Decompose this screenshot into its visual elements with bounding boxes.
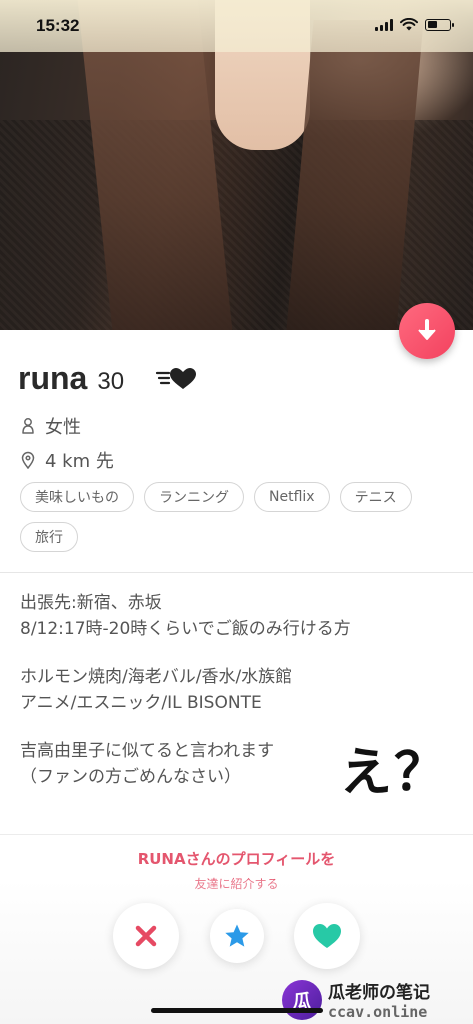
bio-paragraph: 出張先:新宿、赤坂 8/12:17時-20時くらいでご飯のみ行ける方	[20, 590, 460, 642]
bio-line: アニメ/エスニック/IL BISONTE	[20, 693, 262, 713]
annotation-text: え？	[340, 742, 449, 803]
distance-row: 4 km 先	[20, 447, 114, 473]
interest-tag: ランニング	[144, 482, 244, 512]
action-bar	[0, 903, 473, 973]
like-button[interactable]	[294, 903, 360, 969]
name-row: runa 30	[18, 360, 124, 397]
interest-tag: Netflix	[254, 482, 330, 512]
bio-line: 出張先:新宿、赤坂	[20, 593, 162, 613]
section-divider	[0, 834, 473, 835]
interest-tags: 美味しいもの ランニング Netflix テニス 旅行	[20, 482, 460, 552]
status-time: 15:32	[36, 16, 80, 35]
interest-tag: 美味しいもの	[20, 482, 134, 512]
x-icon	[135, 925, 157, 947]
watermark-line1: 瓜老师の笔记	[328, 983, 430, 1003]
bio-line: ホルモン焼肉/海老バル/香水/水族館	[20, 667, 293, 687]
home-indicator[interactable]	[151, 1008, 323, 1013]
person-icon	[22, 418, 34, 434]
bio-line: 吉高由里子に似てると言われます	[20, 741, 275, 761]
watermark-logo: 瓜	[282, 979, 322, 1020]
status-icons	[375, 18, 454, 31]
fast-heart-icon	[155, 368, 196, 389]
distance-label: 4 km 先	[45, 451, 114, 472]
share-title[interactable]: RUNAさんのプロフィールを	[0, 848, 473, 869]
interest-tag: テニス	[339, 482, 412, 512]
collapse-profile-button[interactable]	[399, 303, 455, 359]
section-divider	[0, 572, 473, 573]
battery-icon	[425, 18, 454, 31]
watermark-line2: ccav.online	[328, 1003, 428, 1021]
star-icon	[225, 924, 249, 947]
gender-label: 女性	[45, 417, 81, 438]
location-pin-icon	[21, 451, 35, 469]
arrow-down-icon	[418, 319, 436, 340]
bio-line: （ファンの方ごめんなさい）	[20, 767, 241, 787]
cellular-signal-icon	[375, 18, 393, 31]
heart-icon	[313, 924, 341, 948]
interest-tag: 旅行	[20, 522, 78, 552]
profile-age: 30	[97, 368, 125, 395]
status-bar: 15:32	[0, 0, 473, 52]
profile-name: runa	[18, 360, 88, 396]
bio-paragraph: ホルモン焼肉/海老バル/香水/水族館 アニメ/エスニック/IL BISONTE	[20, 664, 460, 716]
watermark: 瓜 瓜老师の笔记 ccav.online	[282, 978, 430, 1021]
bio-line: 8/12:17時-20時くらいでご飯のみ行ける方	[20, 619, 351, 639]
watermark-text: 瓜老师の笔记 ccav.online	[328, 978, 430, 1021]
super-like-button[interactable]	[210, 909, 264, 963]
nope-button[interactable]	[113, 903, 179, 969]
gender-row: 女性	[20, 413, 81, 439]
wifi-icon	[400, 18, 418, 31]
